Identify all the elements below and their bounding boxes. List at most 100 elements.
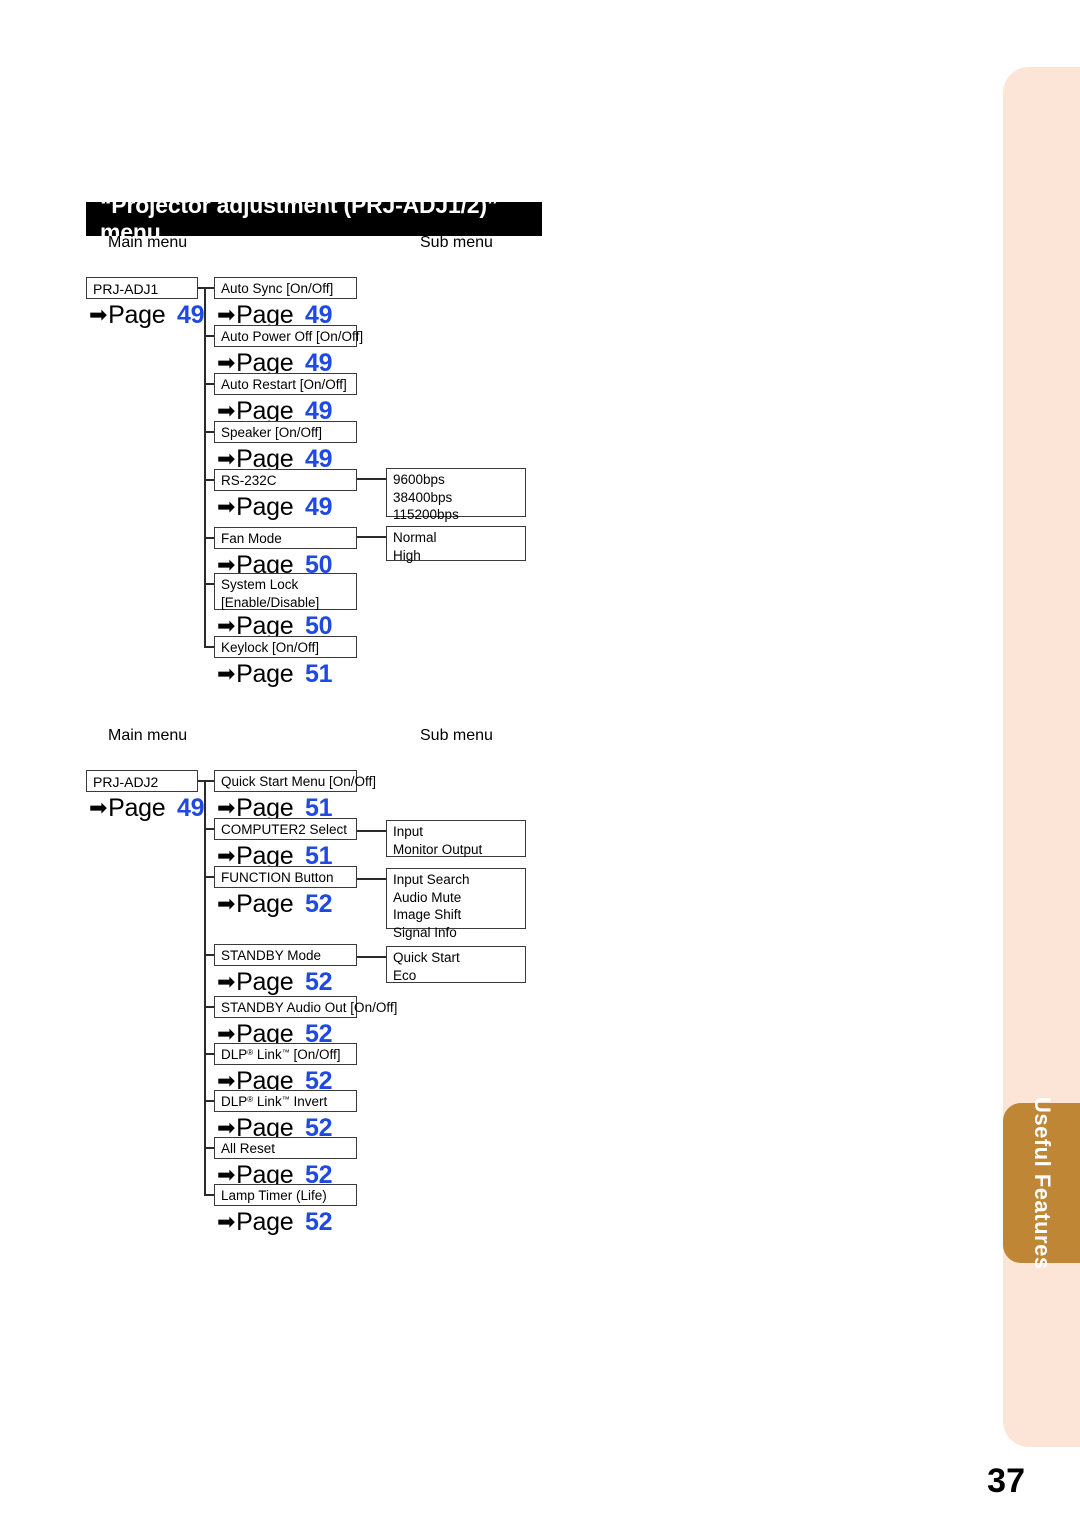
arrow-right-icon: ➡ bbox=[217, 843, 236, 868]
sub-menu-item-box[interactable]: RS-232C bbox=[214, 469, 357, 491]
main-menu-column-label: Main menu bbox=[108, 234, 188, 251]
connector-line bbox=[204, 828, 214, 830]
item-page-reference[interactable]: ➡Page 49 bbox=[217, 495, 333, 520]
sub-option-label: Quick Start bbox=[393, 950, 460, 965]
page-number-value: 49 bbox=[176, 301, 205, 329]
connector-line bbox=[204, 1053, 214, 1055]
sub-menu-item-label: DLP® Link™ Invert bbox=[221, 1094, 328, 1109]
main-menu-box[interactable]: PRJ-ADJ1 bbox=[86, 277, 198, 299]
page-number-value: 51 bbox=[304, 660, 333, 688]
arrow-right-icon: ➡ bbox=[217, 398, 236, 423]
connector-line bbox=[204, 1100, 214, 1102]
sub-menu-item-label: Fan Mode bbox=[221, 531, 282, 546]
arrow-right-icon: ➡ bbox=[217, 1209, 236, 1234]
connector-line bbox=[204, 780, 214, 782]
sub-menu-item-box[interactable]: STANDBY Audio Out [On/Off] bbox=[214, 996, 397, 1018]
sub-menu-item-label: FUNCTION Button bbox=[221, 870, 334, 885]
connector-line bbox=[357, 830, 386, 832]
connector-line bbox=[204, 876, 214, 878]
connector-line bbox=[357, 878, 386, 880]
connector-line bbox=[204, 383, 214, 385]
connector-line bbox=[204, 646, 214, 648]
page-content: “Projector adjustment (PRJ-ADJ1/2)” menu… bbox=[0, 0, 1080, 1532]
main-menu-box[interactable]: PRJ-ADJ2 bbox=[86, 770, 198, 792]
sub-menu-item-label: Auto Power Off [On/Off] bbox=[221, 329, 364, 344]
sub-menu-item-label: Lamp Timer (Life) bbox=[221, 1188, 327, 1203]
page-number-value: 52 bbox=[304, 968, 333, 996]
sub-menu-item-box[interactable]: FUNCTION Button bbox=[214, 866, 357, 888]
sub-menu-item-box[interactable]: DLP® Link™ Invert bbox=[214, 1090, 357, 1112]
sub-option-label: Monitor Output bbox=[393, 841, 483, 857]
arrow-right-icon: ➡ bbox=[217, 613, 236, 638]
page-number-value: 52 bbox=[304, 1208, 333, 1236]
sub-menu-column-label: Sub menu bbox=[420, 727, 493, 744]
connector-line bbox=[204, 287, 206, 646]
arrow-right-icon: ➡ bbox=[217, 446, 236, 471]
arrow-right-icon: ➡ bbox=[217, 661, 236, 686]
sub-menu-item-box[interactable]: STANDBY Mode bbox=[214, 944, 357, 966]
sub-menu-item-label: [Enable/Disable] bbox=[221, 594, 320, 610]
sub-option-box[interactable]: Input Monitor Output bbox=[386, 820, 526, 857]
sub-menu-item-label: All Reset bbox=[221, 1141, 276, 1156]
sub-option-label: Eco bbox=[393, 967, 417, 983]
connector-line bbox=[204, 431, 214, 433]
sub-menu-item-label: RS-232C bbox=[221, 473, 277, 488]
item-page-reference[interactable]: ➡Page 52 bbox=[217, 890, 333, 918]
main-menu-label: PRJ-ADJ1 bbox=[93, 281, 159, 297]
sub-menu-item-box[interactable]: Auto Power Off [On/Off] bbox=[214, 325, 364, 347]
arrow-right-icon: ➡ bbox=[217, 350, 236, 375]
sub-menu-item-box[interactable]: Keylock [On/Off] bbox=[214, 636, 357, 658]
sub-menu-item-label: Quick Start Menu [On/Off] bbox=[221, 774, 377, 789]
sub-menu-item-box[interactable]: System Lock [Enable/Disable] bbox=[214, 573, 357, 610]
sub-menu-item-box[interactable]: Auto Restart [On/Off] bbox=[214, 373, 357, 395]
sub-option-label: Audio Mute bbox=[393, 889, 462, 905]
main-menu-page-reference[interactable]: ➡Page 49 bbox=[89, 795, 205, 821]
sub-menu-item-box[interactable]: Lamp Timer (Life) bbox=[214, 1184, 357, 1206]
arrow-right-icon: ➡ bbox=[217, 969, 236, 994]
sub-menu-item-label: STANDBY Mode bbox=[221, 948, 322, 963]
sub-menu-item-box[interactable]: All Reset bbox=[214, 1137, 357, 1159]
arrow-right-icon: ➡ bbox=[217, 795, 236, 820]
sub-menu-item-box[interactable]: Fan Mode bbox=[214, 527, 357, 549]
item-page-reference[interactable]: ➡Page 52 bbox=[217, 968, 333, 996]
sub-option-box[interactable]: Normal High bbox=[386, 526, 526, 563]
sub-option-label: Image Shift bbox=[393, 907, 462, 923]
sub-option-box[interactable]: Input Search Audio Mute Image Shift Signal … bbox=[386, 868, 526, 940]
sub-option-label: Input bbox=[393, 824, 424, 839]
sub-menu-item-box[interactable]: Speaker [On/Off] bbox=[214, 421, 357, 443]
arrow-right-icon: ➡ bbox=[89, 302, 108, 327]
connector-line bbox=[204, 479, 214, 481]
sub-option-label: 115200bps bbox=[393, 507, 459, 523]
main-menu-label: PRJ-ADJ2 bbox=[93, 774, 159, 790]
arrow-right-icon: ➡ bbox=[89, 795, 108, 820]
connector-line bbox=[204, 1147, 214, 1149]
connector-line bbox=[204, 287, 214, 289]
connector-line bbox=[204, 1194, 214, 1196]
arrow-right-icon: ➡ bbox=[217, 891, 236, 916]
sub-menu-item-label: DLP® Link™ [On/Off] bbox=[221, 1047, 341, 1062]
connector-line bbox=[204, 335, 214, 337]
main-menu-page-reference[interactable]: ➡Page 49 bbox=[89, 301, 205, 329]
sub-option-label: 9600bps bbox=[393, 472, 445, 487]
sub-option-box[interactable]: 9600bps 38400bps 115200bps bbox=[386, 468, 526, 522]
page-number-value: 52 bbox=[304, 890, 333, 918]
sub-menu-item-box[interactable]: Auto Sync [On/Off] bbox=[214, 277, 357, 299]
sub-menu-item-box[interactable]: Quick Start Menu [On/Off] bbox=[214, 770, 377, 792]
sub-option-label: High bbox=[393, 547, 421, 563]
sub-option-box[interactable]: Quick Start Eco bbox=[386, 946, 526, 983]
item-page-reference[interactable]: ➡Page 52 bbox=[217, 1208, 333, 1236]
connector-line bbox=[357, 478, 386, 480]
connector-line bbox=[204, 583, 214, 585]
sub-option-label: 38400bps bbox=[393, 489, 453, 505]
sub-option-label: Signal Info bbox=[393, 924, 457, 940]
item-page-reference[interactable]: ➡Page 51 bbox=[217, 660, 333, 688]
sub-menu-item-box[interactable]: DLP® Link™ [On/Off] bbox=[214, 1043, 357, 1065]
sub-option-label: Input Search bbox=[393, 872, 470, 887]
sub-menu-item-label: COMPUTER2 Select bbox=[221, 822, 348, 837]
connector-line bbox=[357, 536, 386, 538]
connector-line bbox=[204, 1006, 214, 1008]
connector-line bbox=[204, 537, 214, 539]
sub-menu-item-label: Auto Sync [On/Off] bbox=[221, 281, 334, 296]
section-banner: “Projector adjustment (PRJ-ADJ1/2)” menu bbox=[86, 192, 542, 245]
sub-menu-item-box[interactable]: COMPUTER2 Select bbox=[214, 818, 357, 840]
